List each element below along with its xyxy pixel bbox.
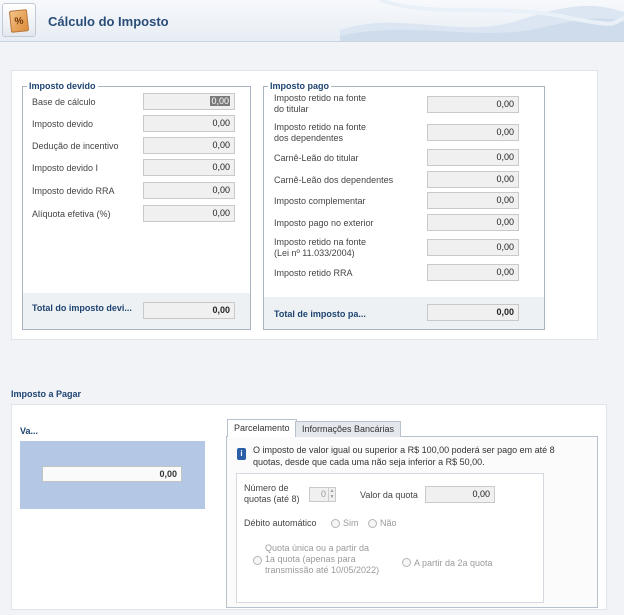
valor-quota-field[interactable]: 0,00	[425, 486, 495, 503]
base-calculo-label: Base de cálculo	[32, 97, 96, 107]
debito-nao-label: Não	[380, 518, 397, 528]
debito-sim-label: Sim	[343, 518, 359, 528]
carne-leao-titular-field[interactable]: 0,00	[427, 149, 519, 166]
deducao-incentivo-label: Dedução de incentivo	[32, 141, 119, 151]
segunda-quota-label: A partir da 2a quota	[414, 558, 493, 568]
chevron-down-icon[interactable]: ▼	[329, 494, 335, 500]
percent-document-icon: %	[8, 9, 30, 33]
total-imposto-devido-field[interactable]: 0,00	[143, 302, 235, 319]
page-title: Cálculo do Imposto	[48, 14, 169, 29]
segunda-quota-radio[interactable]	[402, 558, 411, 567]
retido-fonte-lei-label: Imposto retido na fonte (Lei nº 11.033/20…	[274, 237, 366, 259]
header-icon-box: %	[2, 3, 36, 37]
carne-leao-titular-label: Carnê-Leão do titular	[274, 153, 359, 163]
imposto-devido-field[interactable]: 0,00	[143, 115, 235, 132]
imposto-devido-rra-label: Imposto devido RRA	[32, 186, 115, 196]
carne-leao-dependentes-field[interactable]: 0,00	[427, 171, 519, 188]
imposto-devido-rra-field[interactable]: 0,00	[143, 182, 235, 199]
imposto-complementar-label: Imposto complementar	[274, 196, 366, 206]
retido-fonte-dependentes-field[interactable]: 0,00	[427, 124, 519, 141]
carne-leao-dependentes-label: Carnê-Leão dos dependentes	[274, 175, 394, 185]
label-line: dos dependentes	[274, 133, 344, 143]
total-imposto-pago-label: Total de imposto pa...	[274, 309, 366, 319]
label-line: Quota única ou a partir da	[265, 543, 370, 553]
retido-fonte-titular-label: Imposto retido na fonte do titular	[274, 93, 366, 115]
retido-fonte-dependentes-label: Imposto retido na fonte dos dependentes	[274, 122, 366, 144]
base-calculo-field[interactable]: 0,00	[143, 93, 235, 110]
retido-rra-label: Imposto retido RRA	[274, 268, 353, 278]
header-wave-decoration	[340, 0, 624, 41]
retido-rra-field[interactable]: 0,00	[427, 264, 519, 281]
debito-sim-radio[interactable]	[331, 519, 340, 528]
parcelamento-info-text: O imposto de valor igual ou superior a R…	[253, 444, 563, 468]
imposto-pago-legend: Imposto pago	[268, 81, 331, 92]
info-line: quotas, desde que cada uma não seja infe…	[253, 457, 485, 467]
tab-parcelamento[interactable]: Parcelamento	[227, 419, 297, 437]
pago-exterior-label: Imposto pago no exterior	[274, 218, 374, 228]
label-line: quotas (até 8)	[244, 494, 300, 504]
total-imposto-devido-label: Total do imposto devi...	[32, 303, 132, 313]
valor-field[interactable]: 0,00	[42, 466, 182, 482]
quota-unica-radio[interactable]	[253, 556, 262, 565]
debito-automatico-label: Débito automático	[244, 518, 317, 528]
quota-unica-label: Quota única ou a partir da 1a quota (apen…	[265, 543, 379, 576]
label-line: Imposto retido na fonte	[274, 122, 367, 132]
pago-exterior-field[interactable]: 0,00	[427, 214, 519, 231]
va-label: Va...	[20, 426, 39, 436]
header-bar: % Cálculo do Imposto	[0, 0, 624, 42]
retido-fonte-lei-field[interactable]: 0,00	[427, 239, 519, 256]
label-line: Imposto retido na fonte	[274, 93, 367, 103]
imposto-devido-label: Imposto devido	[32, 119, 94, 129]
label-line: do titular	[274, 104, 309, 114]
imposto-a-pagar-title: Imposto a Pagar	[11, 389, 82, 399]
label-line: 1a quota (apenas para	[265, 554, 356, 564]
num-quotas-label: Número de quotas (até 8)	[244, 483, 300, 505]
retido-fonte-titular-field[interactable]: 0,00	[427, 96, 519, 113]
imposto-devido-legend: Imposto devido	[27, 81, 98, 92]
deducao-incentivo-field[interactable]: 0,00	[143, 137, 235, 154]
tab-informacoes-bancarias[interactable]: Informações Bancárias	[295, 421, 402, 437]
valor-quota-label: Valor da quota	[360, 490, 418, 500]
base-calculo-value: 0,00	[210, 96, 230, 106]
label-line: (Lei nº 11.033/2004)	[274, 248, 355, 258]
stepper-buttons[interactable]: ▲ ▼	[328, 488, 335, 501]
imposto-complementar-field[interactable]: 0,00	[427, 192, 519, 209]
aliquota-efetiva-label: Alíquota efetiva (%)	[32, 209, 111, 219]
label-line: Número de	[244, 483, 289, 493]
total-imposto-pago-field[interactable]: 0,00	[427, 304, 519, 321]
info-line: O imposto de valor igual ou superior a R…	[253, 445, 555, 455]
imposto-devido-i-field[interactable]: 0,00	[143, 159, 235, 176]
label-line: transmissão até 10/05/2022)	[265, 565, 380, 575]
aliquota-efetiva-field[interactable]: 0,00	[143, 205, 235, 222]
imposto-devido-i-label: Imposto devido I	[32, 163, 99, 173]
debito-nao-radio[interactable]	[368, 519, 377, 528]
info-icon: i	[237, 448, 246, 460]
label-line: Imposto retido na fonte	[274, 237, 367, 247]
